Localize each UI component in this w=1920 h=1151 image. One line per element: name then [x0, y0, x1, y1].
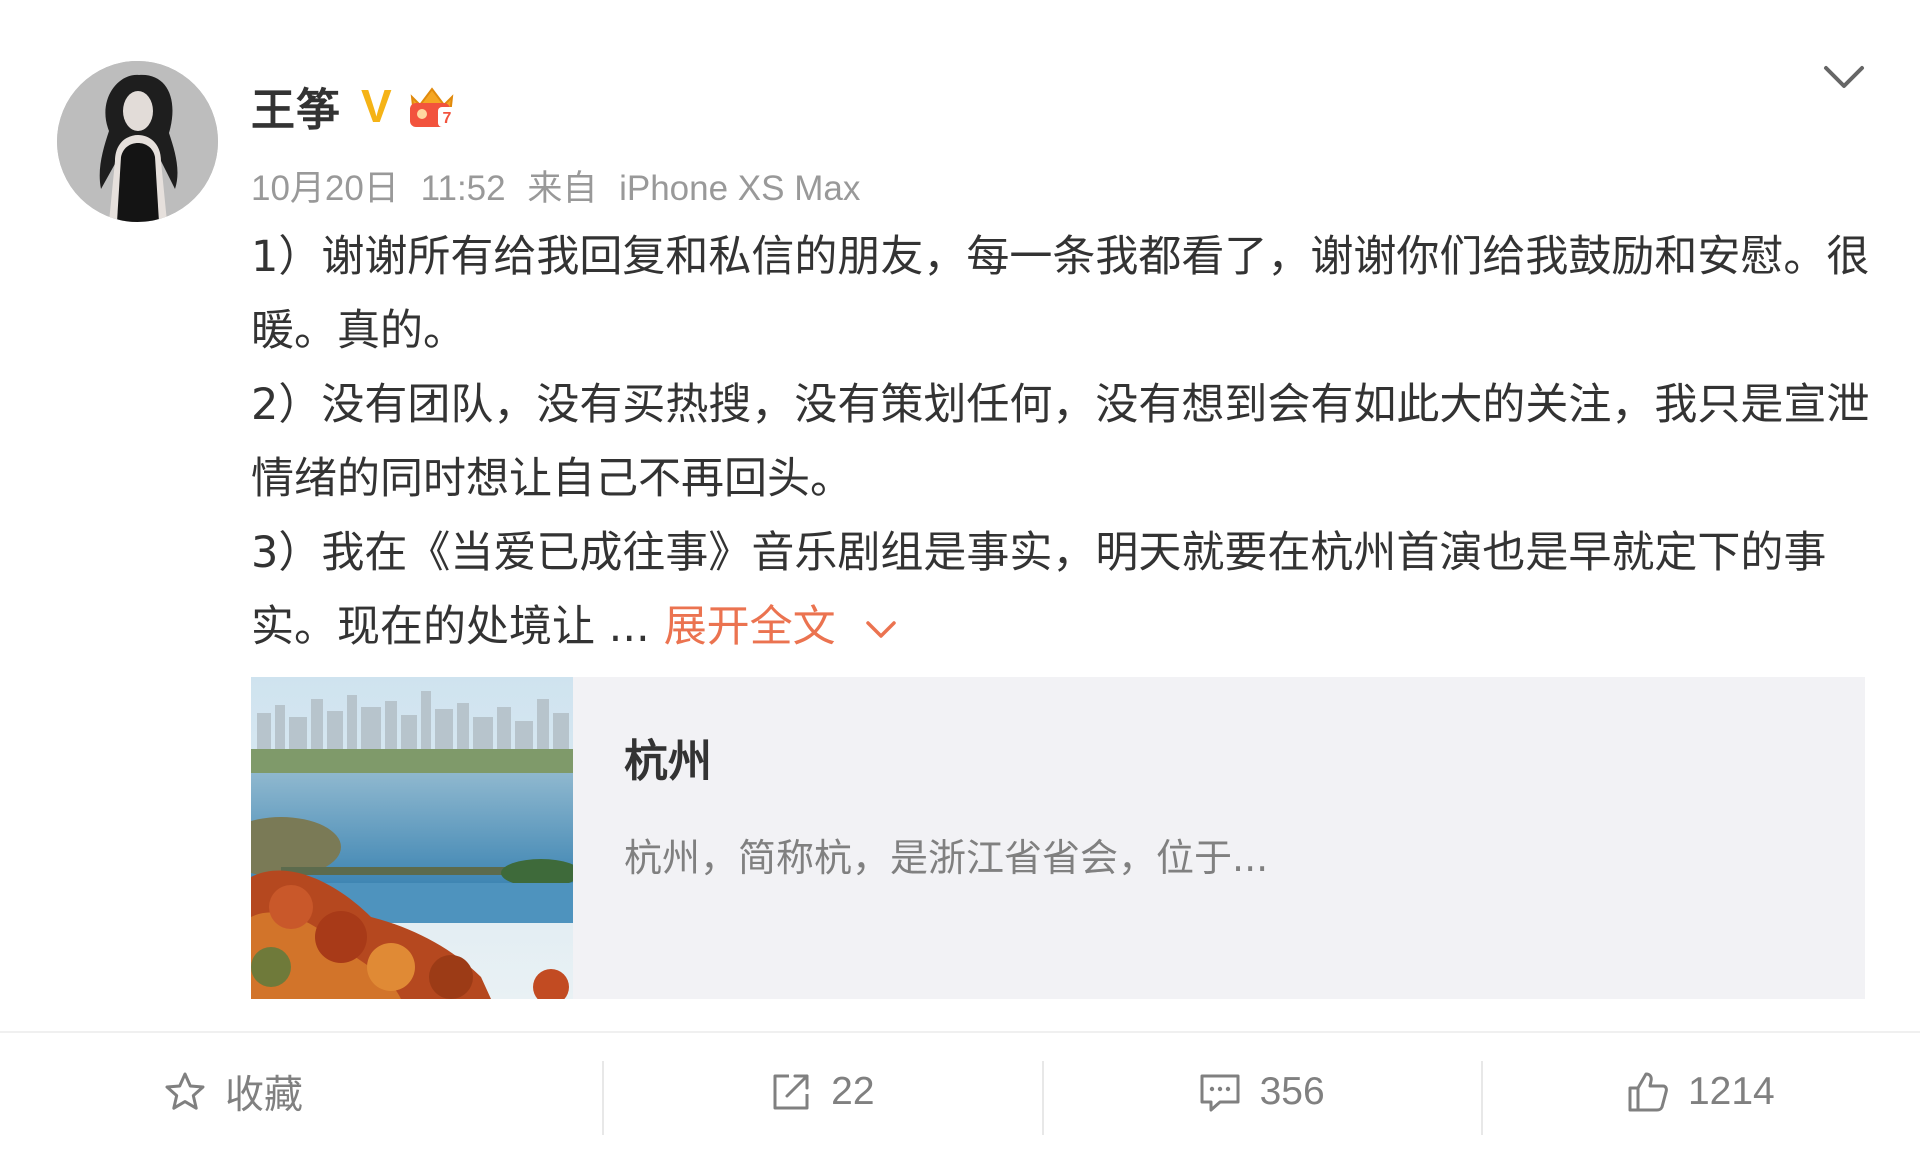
source-device: iPhone XS Max — [619, 169, 861, 208]
comment-icon — [1200, 1074, 1240, 1112]
avatar[interactable] — [57, 61, 218, 222]
repost-count: 22 — [831, 1070, 875, 1113]
comment-count: 356 — [1259, 1070, 1325, 1113]
source-prefix: 来自 — [527, 169, 598, 208]
favorite-label: 收藏 — [225, 1073, 304, 1118]
post-date[interactable]: 10月20日 — [251, 169, 399, 208]
post-paragraph-text: 3）我在《当爱已成往事》音乐剧组是事实，明天就要在杭州首演也是早就定下的事实。现… — [251, 528, 1827, 652]
vip-crown-icon[interactable]: 7 — [404, 81, 460, 131]
like-count: 1214 — [1687, 1070, 1775, 1113]
post-time[interactable]: 11:52 — [421, 169, 506, 208]
star-icon — [165, 1072, 205, 1110]
location-card[interactable]: 杭州 杭州，简称杭，是浙江省省会，位于... — [251, 677, 1865, 999]
vip-level: 7 — [442, 110, 451, 127]
expand-full-text-link[interactable]: 展开全文 — [664, 602, 836, 652]
verified-badge[interactable]: V — [361, 83, 392, 129]
card-description: 杭州，简称杭，是浙江省省会，位于... — [624, 836, 1269, 880]
comment-button[interactable]: 356 — [1041, 1033, 1481, 1151]
like-button[interactable]: 1214 — [1480, 1033, 1920, 1151]
thumbs-up-icon — [1628, 1072, 1668, 1112]
post-source: 来自 iPhone XS Max — [527, 169, 860, 208]
chevron-down-icon[interactable] — [1822, 62, 1866, 92]
favorite-button[interactable]: 收藏 — [0, 1033, 602, 1151]
post-paragraph: 2）没有团队，没有买热搜，没有策划任何，没有想到会有如此大的关注，我只是宣泄情绪… — [251, 380, 1870, 504]
avatar-photo — [57, 61, 218, 222]
card-body: 杭州 杭州，简称杭，是浙江省省会，位于... — [573, 677, 1268, 999]
author-row: 王筝 V 7 — [251, 76, 460, 136]
repost-button[interactable]: 22 — [602, 1033, 1041, 1151]
card-thumbnail — [251, 677, 573, 999]
post-paragraph: 1）谢谢所有给我回复和私信的朋友，每一条我都看了，谢谢你们给我鼓励和安慰。很暖。… — [251, 232, 1870, 356]
chevron-down-icon[interactable] — [864, 619, 898, 641]
post-text: 1）谢谢所有给我回复和私信的朋友，每一条我都看了，谢谢你们给我鼓励和安慰。很暖。… — [251, 220, 1871, 664]
hangzhou-landscape-image — [251, 677, 573, 999]
weibo-post: 王筝 V 7 10月20日 11:52 来自 iPhone XS Max 1）谢… — [0, 0, 1920, 1151]
post-paragraph-last: 3）我在《当爱已成往事》音乐剧组是事实，明天就要在杭州首演也是早就定下的事实。现… — [251, 516, 1871, 664]
card-title: 杭州 — [624, 736, 712, 787]
post-meta: 10月20日 11:52 来自 iPhone XS Max — [251, 160, 860, 211]
author-name[interactable]: 王筝 — [251, 74, 341, 138]
share-icon — [773, 1074, 809, 1110]
action-bar: 收藏 22 356 1214 — [0, 1033, 1920, 1151]
